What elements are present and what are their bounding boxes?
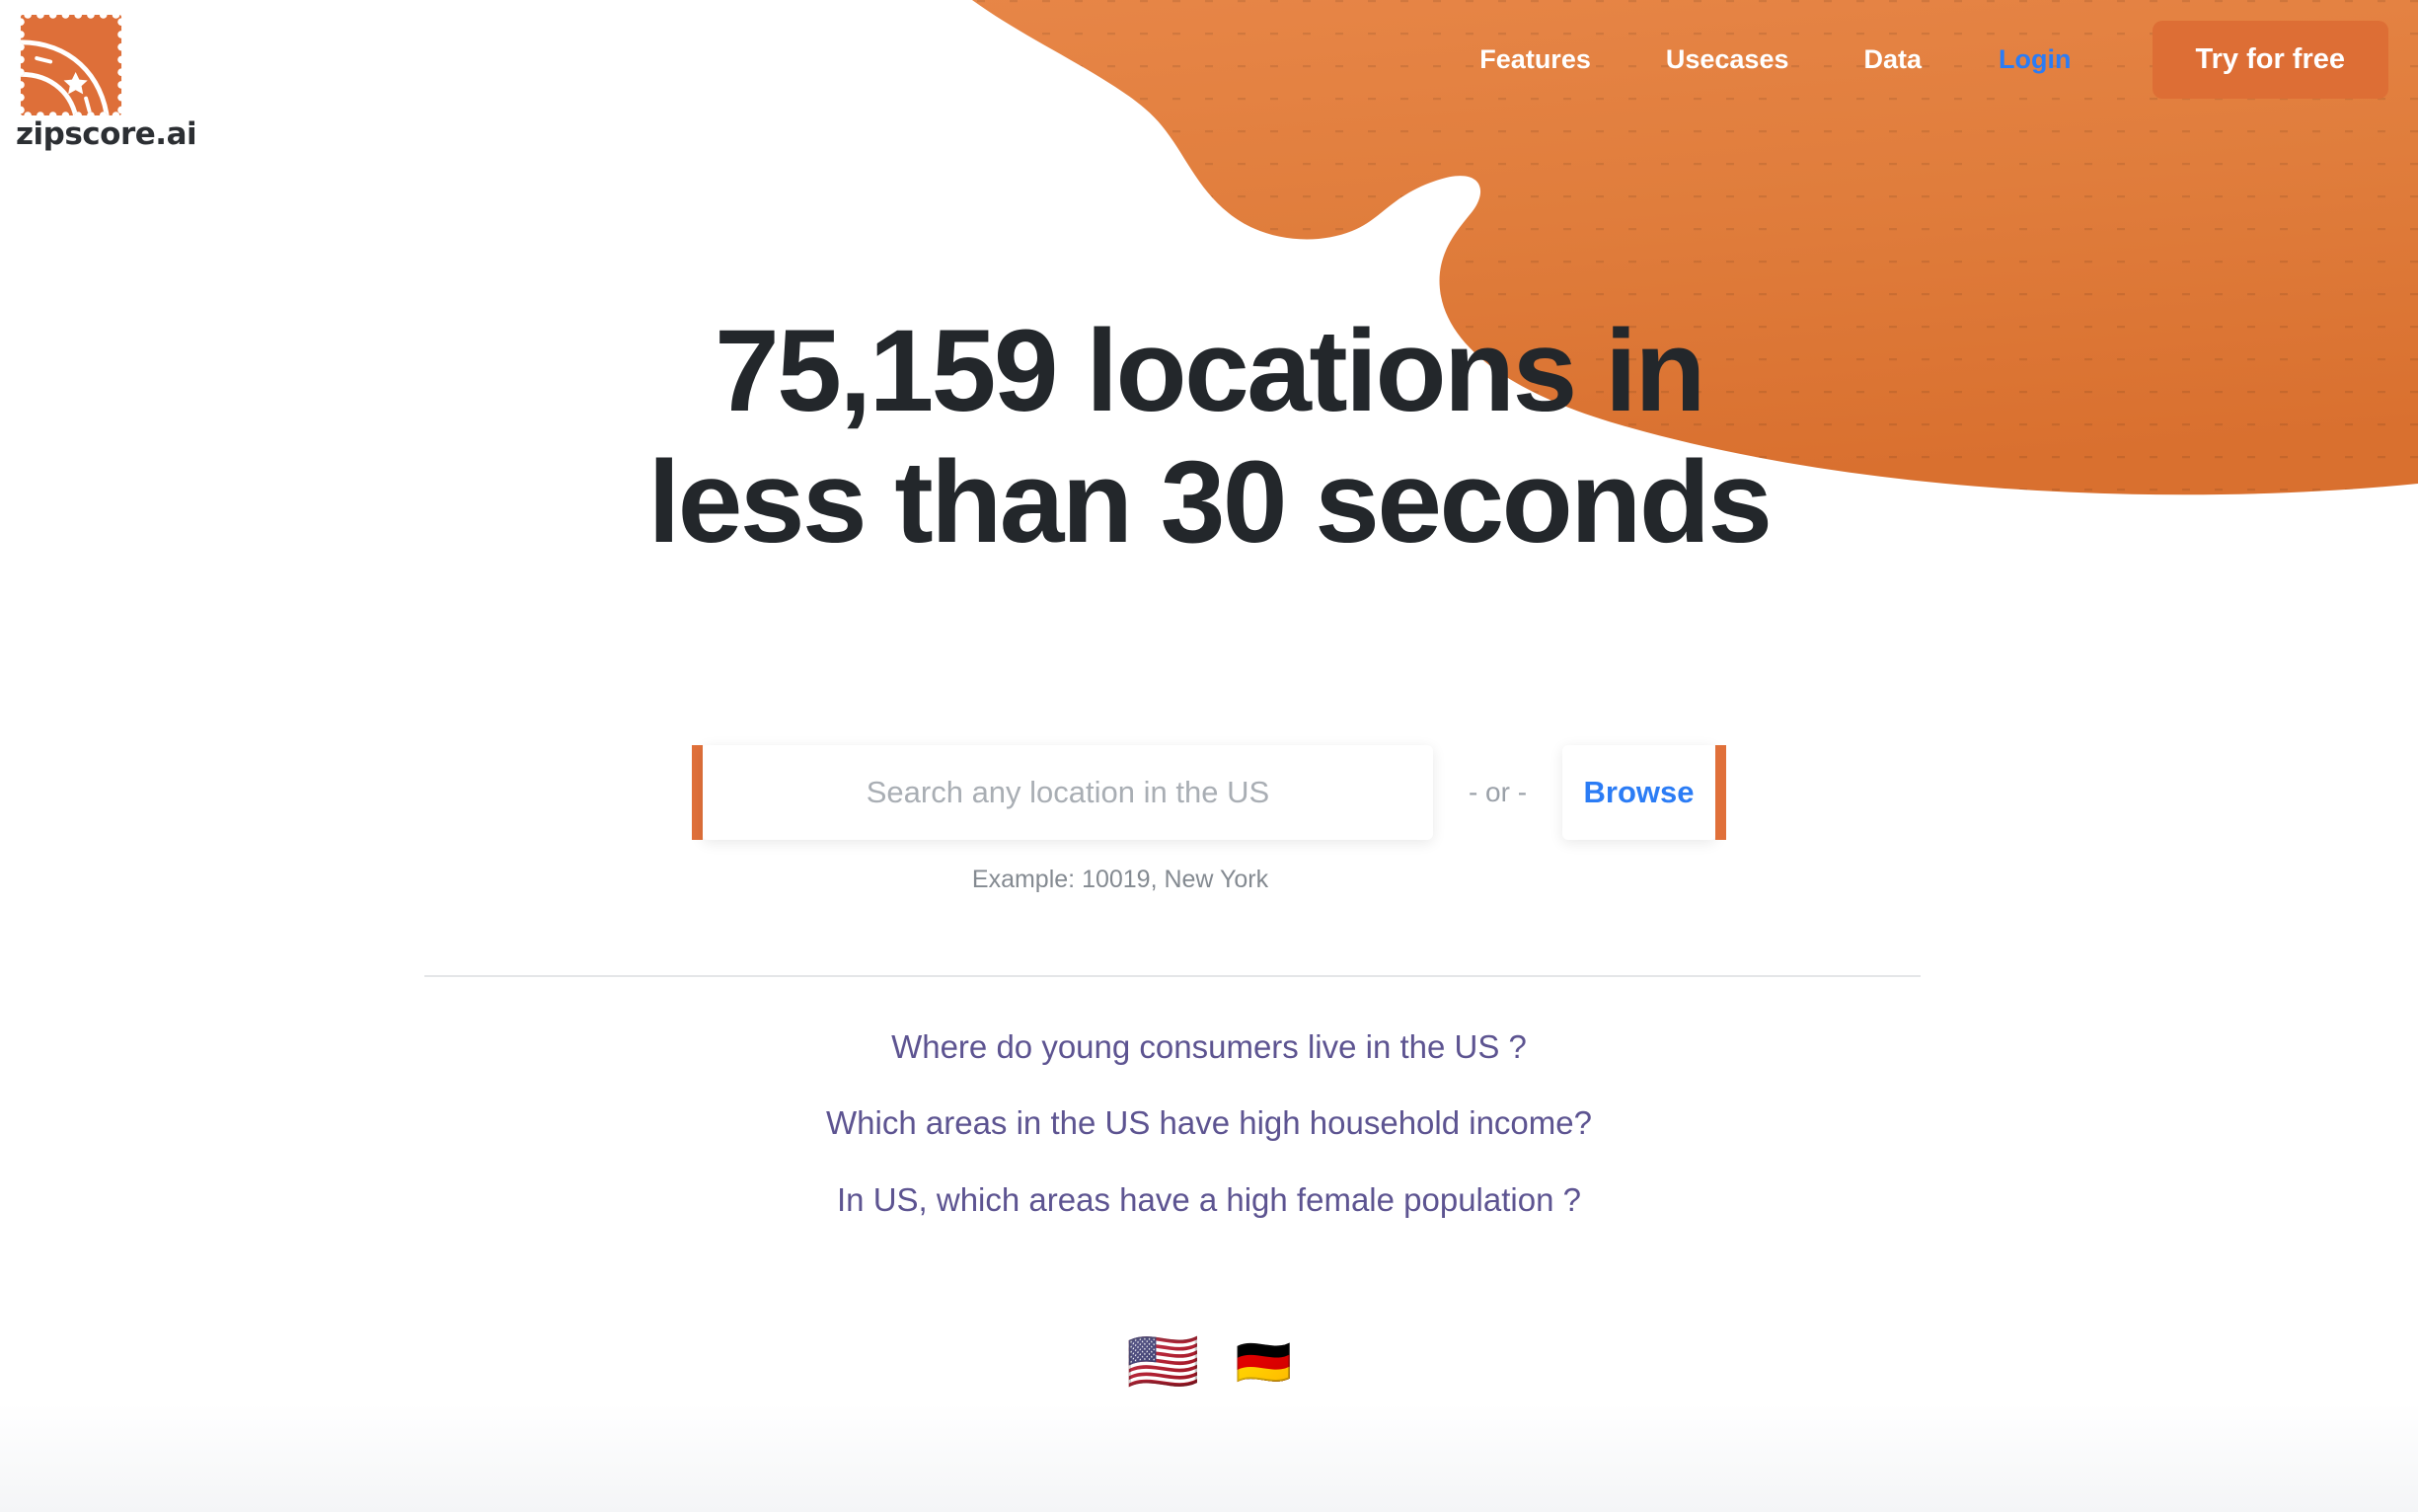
nav-item-usecases[interactable]: Usecases [1628, 45, 1827, 73]
nav-item-features[interactable]: Features [1442, 45, 1628, 73]
try-for-free-button[interactable]: Try for free [2152, 20, 2388, 99]
headline-line-1: 75,159 locations in [715, 306, 1705, 436]
search-input[interactable] [702, 745, 1433, 840]
section-divider [424, 975, 1921, 977]
browse-button-label: Browse [1583, 775, 1695, 809]
locale-switcher: 🇺🇸 🇩🇪 [0, 1332, 2418, 1392]
stamp-road-star-icon [14, 8, 128, 122]
browse-button[interactable]: Browse [1562, 745, 1716, 840]
nav-item-data[interactable]: Data [1826, 45, 1959, 73]
flag-us-icon[interactable]: 🇺🇸 [1126, 1332, 1200, 1392]
brand-logo[interactable]: zipscore.ai [14, 8, 241, 152]
search-or-separator: - or - [1468, 777, 1528, 807]
bottom-section-fade [0, 1403, 2418, 1512]
headline-line-2: less than 30 seconds [647, 437, 1773, 568]
question-link-household-income[interactable]: Which areas in the US have high househol… [0, 1102, 2418, 1143]
search-right-accent-bar [1715, 745, 1727, 840]
search-left-accent-bar [691, 745, 703, 840]
search-example-hint: Example: 10019, New York [971, 866, 1269, 893]
nav-item-login[interactable]: Login [1959, 45, 2110, 73]
question-link-female-population[interactable]: In US, which areas have a high female po… [0, 1179, 2418, 1220]
search-field-wrapper[interactable] [702, 745, 1433, 840]
brand-name: zipscore.ai [16, 116, 197, 152]
main-navigation: Features Usecases Data Login Try for fre… [1442, 0, 2418, 118]
question-link-young-consumers[interactable]: Where do young consumers live in the US … [0, 1026, 2418, 1067]
suggested-questions: Where do young consumers live in the US … [0, 1026, 2418, 1220]
search-section: - or - Browse Example: 10019, New York [0, 745, 2418, 894]
search-row: - or - Browse [0, 745, 2418, 840]
flag-de-icon[interactable]: 🇩🇪 [1236, 1339, 1292, 1385]
page-title: 75,159 locations in less than 30 seconds [0, 306, 2418, 569]
landing-page: zipscore.ai Features Usecases Data Login… [0, 0, 2418, 1512]
